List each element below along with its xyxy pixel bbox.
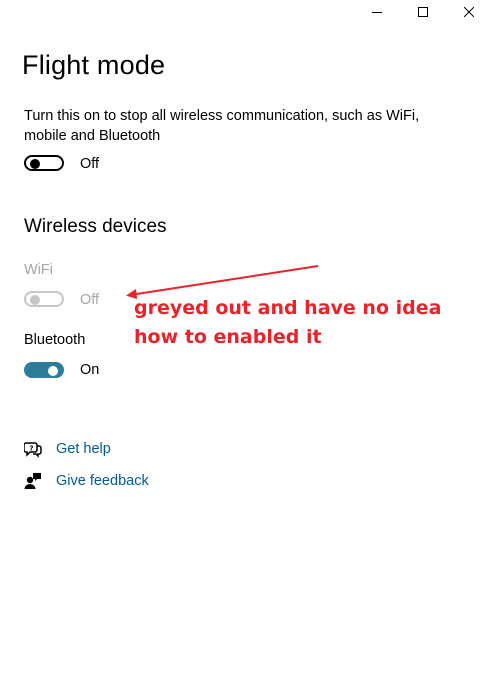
wireless-devices-heading: Wireless devices [24, 216, 167, 237]
toggle-knob [30, 159, 40, 169]
flight-mode-description: Turn this on to stop all wireless commun… [24, 108, 420, 144]
bluetooth-toggle[interactable] [24, 362, 64, 378]
wifi-state: Off [80, 292, 100, 308]
wifi-toggle[interactable] [24, 291, 64, 307]
maximize-icon [418, 7, 428, 17]
annotation-text: greyed out and have no idea how to enabl… [134, 294, 441, 352]
annotation-line-1: greyed out and have no idea [134, 297, 442, 319]
get-help-link[interactable]: ? Get help [24, 440, 111, 458]
minimize-button[interactable] [354, 0, 400, 24]
give-feedback-text[interactable]: Give feedback [56, 473, 149, 489]
bluetooth-label: Bluetooth [24, 332, 86, 348]
maximize-button[interactable] [400, 0, 446, 24]
window-controls [354, 0, 492, 24]
get-help-text[interactable]: Get help [56, 441, 111, 457]
bluetooth-state: On [80, 362, 100, 378]
flight-mode-state: Off [80, 156, 100, 172]
wifi-label: WiFi [24, 262, 53, 278]
close-button[interactable] [446, 0, 492, 24]
minimize-icon [372, 12, 382, 13]
help-chat-icon: ? [24, 442, 42, 458]
svg-text:?: ? [29, 445, 33, 453]
toggle-knob [30, 295, 40, 305]
flight-mode-toggle[interactable] [24, 155, 64, 171]
annotation-line-2: how to enabled it [134, 326, 322, 348]
close-icon [464, 7, 474, 17]
page-title: Flight mode [22, 50, 166, 80]
feedback-icon [24, 473, 41, 489]
give-feedback-link[interactable]: Give feedback [24, 472, 149, 490]
toggle-knob [48, 366, 58, 376]
